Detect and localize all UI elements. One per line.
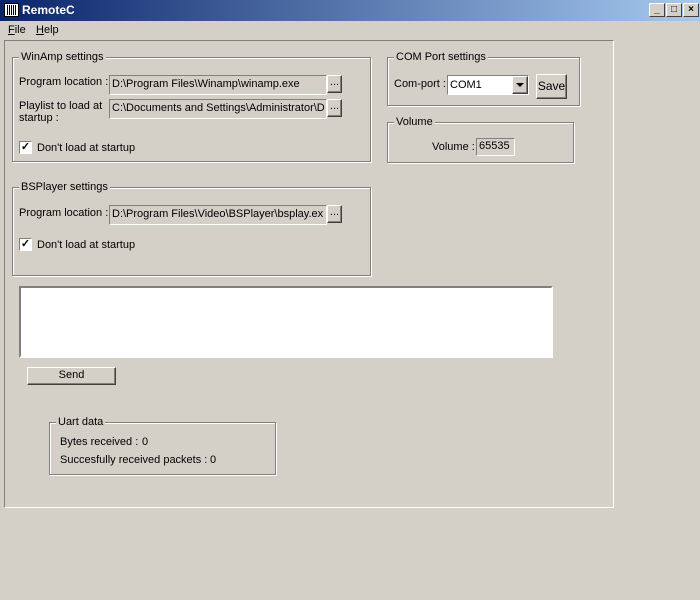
volume-title: Volume — [394, 116, 435, 128]
menu-file[interactable]: File — [8, 24, 26, 36]
winamp-program-field[interactable]: D:\Program Files\Winamp\winamp.exe — [109, 75, 327, 95]
packets-received-value: 0 — [210, 454, 217, 466]
bsplayer-dont-load-checkbox[interactable]: ✓ — [19, 238, 32, 251]
winamp-settings-title: WinAmp settings — [19, 51, 106, 63]
menu-help[interactable]: Help — [36, 24, 59, 36]
com-port-value: COM1 — [450, 79, 482, 91]
maximize-icon: □ — [670, 4, 678, 15]
bytes-received-value: 0 — [142, 436, 149, 448]
chevron-down-icon[interactable] — [512, 76, 528, 94]
minimize-button[interactable]: _ — [649, 3, 665, 17]
close-icon: × — [688, 4, 694, 15]
bsplayer-program-field[interactable]: D:\Program Files\Video\BSPlayer\bsplay.e… — [109, 205, 327, 225]
close-button[interactable]: × — [683, 3, 699, 17]
bytes-received-label: Bytes received : — [60, 436, 139, 448]
winamp-playlist-label: Playlist to load at startup : — [19, 100, 103, 124]
menu-bar: File Help — [0, 21, 700, 40]
winamp-playlist-field[interactable]: C:\Documents and Settings\Administrator\… — [109, 99, 327, 119]
bsplayer-program-browse-button[interactable]: ... — [327, 205, 342, 223]
bsplayer-dont-load-label: Don't load at startup — [37, 239, 136, 251]
winamp-playlist-browse-button[interactable]: ... — [327, 99, 342, 117]
window-title: RemoteC — [22, 3, 75, 17]
uart-data-group: Uart data — [49, 416, 276, 475]
title-bar[interactable]: RemoteC _ □ — [0, 0, 700, 21]
com-port-title: COM Port settings — [394, 51, 488, 63]
send-text-area[interactable] — [19, 286, 553, 358]
com-port-select[interactable]: COM1 — [447, 75, 529, 95]
volume-field: 65535 — [476, 138, 515, 156]
maximize-button[interactable]: □ — [666, 3, 682, 17]
winamp-program-label: Program location : — [19, 76, 109, 88]
app-icon — [4, 3, 19, 17]
bsplayer-settings-title: BSPlayer settings — [19, 181, 110, 193]
com-port-label: Com-port : — [394, 78, 446, 90]
winamp-program-browse-button[interactable]: ... — [327, 75, 342, 93]
bsplayer-settings-group: BSPlayer settings — [12, 181, 371, 276]
packets-received-label: Succesfully received packets : — [60, 454, 208, 466]
minimize-icon: _ — [654, 4, 660, 15]
winamp-dont-load-label: Don't load at startup — [37, 142, 136, 154]
save-button[interactable]: Save — [536, 74, 567, 99]
uart-data-title: Uart data — [56, 416, 106, 428]
winamp-dont-load-checkbox[interactable]: ✓ — [19, 141, 32, 154]
bsplayer-program-label: Program location : — [19, 207, 109, 219]
send-button[interactable]: Send — [27, 367, 116, 385]
volume-label: Volume : — [432, 141, 475, 153]
